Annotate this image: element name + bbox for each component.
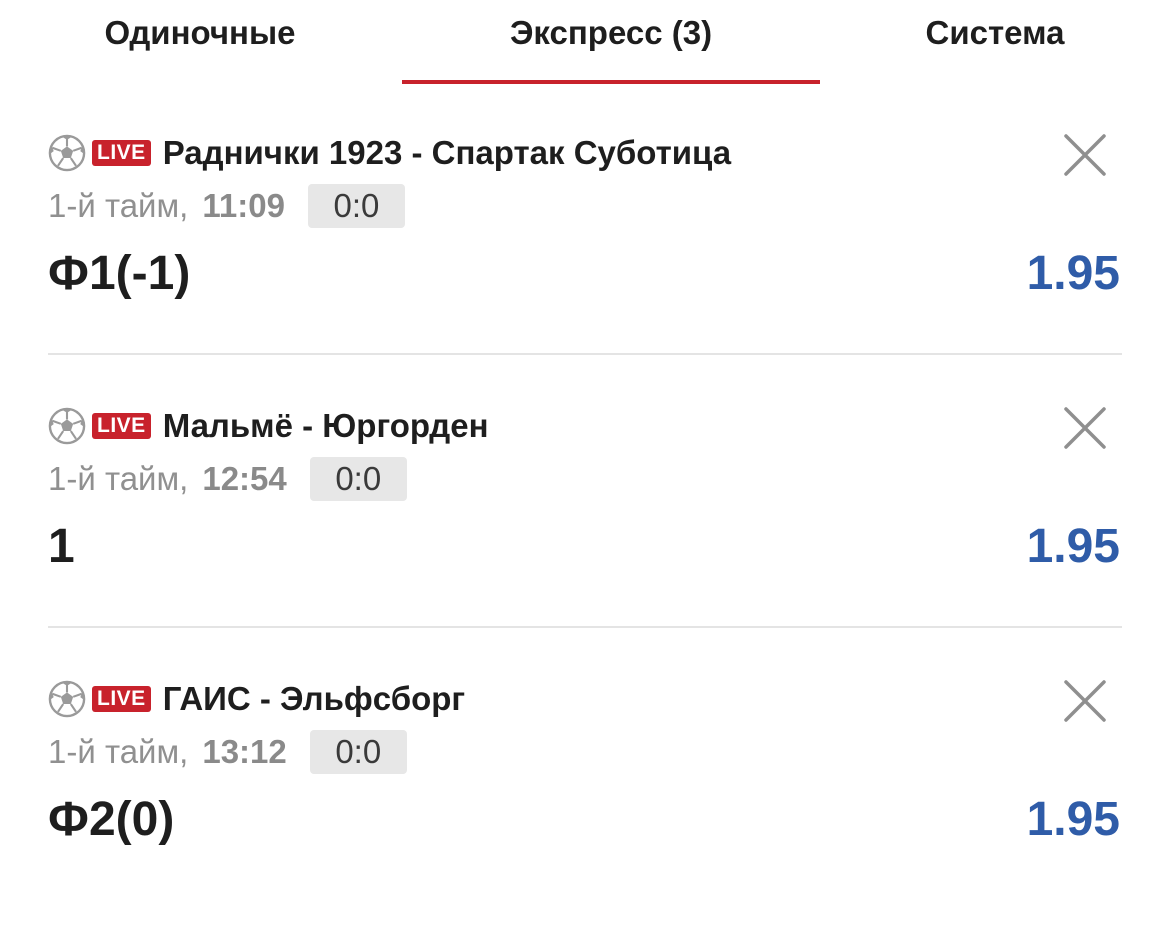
soccer-ball-icon [48, 680, 86, 718]
match-clock: 12:54 [202, 460, 287, 497]
match-status: 1-й тайм, 13:12 0:0 [48, 730, 407, 774]
live-badge: LIVE [92, 413, 151, 439]
bet-header: LIVE Мальмё - Юргорден [48, 405, 489, 447]
tab-system[interactable]: Система [880, 0, 1110, 84]
bet-outcome: Ф2(0) [48, 793, 175, 846]
match-title: Раднички 1923 - Спартак Суботица [162, 134, 732, 171]
match-period: 1-й тайм, [48, 460, 189, 497]
match-period: 1-й тайм, [48, 187, 189, 224]
bet-item: LIVE Раднички 1923 - Спартак Суботица 1-… [48, 132, 1122, 405]
bet-odds[interactable]: 1.95 [1027, 792, 1120, 848]
score-badge: 0:0 [309, 457, 407, 501]
divider [48, 353, 1122, 355]
bet-header: LIVE ГАИС - Эльфсборг [48, 678, 465, 720]
match-clock: 11:09 [202, 187, 285, 224]
bet-type-tabs: Одиночные Экспресс (3) Система [0, 0, 1170, 84]
bet-outcome: Ф1(-1) [48, 247, 191, 300]
bet-outcome: 1 [48, 520, 75, 573]
soccer-ball-icon [48, 134, 86, 172]
soccer-ball-icon [48, 407, 86, 445]
tab-system-label: Система [925, 14, 1065, 51]
bet-item: LIVE Мальмё - Юргорден 1-й тайм, 12:54 0… [48, 405, 1122, 678]
tab-express-label: Экспресс (3) [509, 14, 713, 51]
tab-single[interactable]: Одиночные [60, 0, 340, 84]
score-badge: 0:0 [309, 730, 407, 774]
match-status: 1-й тайм, 12:54 0:0 [48, 457, 407, 501]
match-period: 1-й тайм, [48, 733, 189, 770]
tab-express[interactable]: Экспресс (3) [402, 0, 820, 84]
divider [48, 626, 1122, 628]
live-badge: LIVE [92, 140, 151, 166]
tab-single-label: Одиночные [104, 14, 296, 51]
match-status: 1-й тайм, 11:09 0:0 [48, 184, 405, 228]
active-tab-indicator [402, 80, 820, 84]
match-clock: 13:12 [202, 733, 287, 770]
remove-bet-button[interactable] [1062, 678, 1108, 724]
match-title: ГАИС - Эльфсборг [162, 680, 466, 717]
bet-header: LIVE Раднички 1923 - Спартак Суботица [48, 132, 731, 174]
remove-bet-button[interactable] [1062, 405, 1108, 451]
bet-odds[interactable]: 1.95 [1027, 519, 1120, 575]
score-badge: 0:0 [307, 184, 405, 228]
bet-item: LIVE ГАИС - Эльфсборг 1-й тайм, 13:12 0:… [48, 678, 1122, 951]
live-badge: LIVE [92, 686, 151, 712]
match-title: Мальмё - Юргорден [162, 407, 489, 444]
remove-bet-button[interactable] [1062, 132, 1108, 178]
bet-odds[interactable]: 1.95 [1027, 246, 1120, 302]
